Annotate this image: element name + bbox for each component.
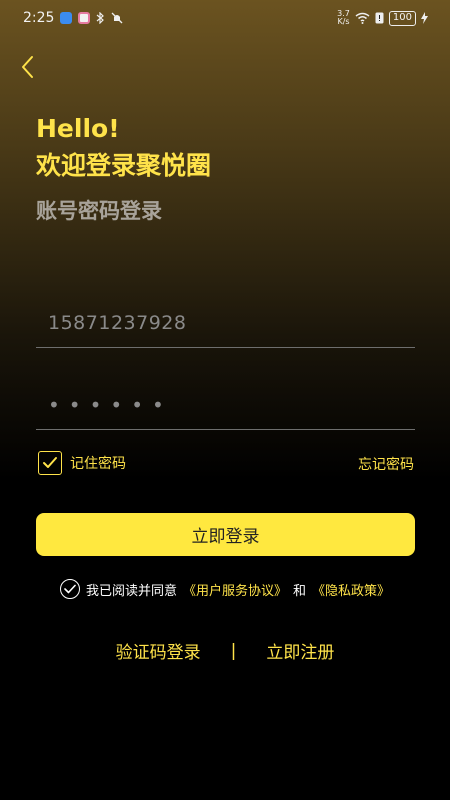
status-bar: 2:25 3.7 K/s 100 <box>0 0 450 36</box>
checkmark-icon <box>64 584 76 594</box>
agreement-and: 和 <box>293 583 307 599</box>
battery-indicator: 100 <box>388 10 416 26</box>
notification-app-icon <box>78 12 91 24</box>
charging-icon <box>421 12 428 24</box>
status-time: 2:25 <box>23 10 55 26</box>
status-left: 2:25 <box>23 10 123 26</box>
agreement-row: 我已阅读并同意 《用户服务协议》 和 《隐私政策》 <box>60 579 390 599</box>
mute-bell-icon <box>111 12 123 24</box>
bluetooth-icon <box>97 12 105 24</box>
welcome-text: 欢迎登录聚悦圈 <box>36 151 212 180</box>
remember-checkbox[interactable] <box>38 451 62 475</box>
password-field[interactable]: •••••• <box>36 380 415 430</box>
headline: Hello! 欢迎登录聚悦圈 <box>36 110 211 184</box>
privacy-policy-link[interactable]: 《隐私政策》 <box>312 580 390 599</box>
forgot-password-link[interactable]: 忘记密码 <box>358 454 414 474</box>
back-button[interactable] <box>16 54 38 80</box>
page-subtitle: 账号密码登录 <box>36 199 162 223</box>
wifi-icon <box>355 12 370 24</box>
bottom-links: 验证码登录 | 立即注册 <box>0 638 450 664</box>
network-speed: 3.7 K/s <box>337 9 350 26</box>
sms-login-link[interactable]: 验证码登录 <box>116 638 201 663</box>
checkmark-icon <box>43 457 57 468</box>
greeting-text: Hello! <box>36 114 120 143</box>
remember-password-toggle[interactable]: 记住密码 <box>38 451 126 475</box>
user-agreement-link[interactable]: 《用户服务协议》 <box>183 580 287 599</box>
link-divider: | <box>230 640 237 661</box>
agreement-checkbox[interactable] <box>60 579 80 599</box>
agreement-prefix: 我已阅读并同意 <box>86 583 178 599</box>
chevron-left-icon <box>22 56 33 78</box>
register-link[interactable]: 立即注册 <box>266 638 334 663</box>
phone-field[interactable]: 15871237928 <box>36 298 415 348</box>
notification-app-icon <box>60 12 73 24</box>
remember-label: 记住密码 <box>70 456 126 472</box>
phone-input-value: 15871237928 <box>48 311 187 334</box>
status-right: 3.7 K/s 100 <box>337 10 428 26</box>
sim-alert-icon <box>375 12 384 24</box>
login-button[interactable]: 立即登录 <box>36 513 415 556</box>
password-input-value: •••••• <box>48 392 173 417</box>
